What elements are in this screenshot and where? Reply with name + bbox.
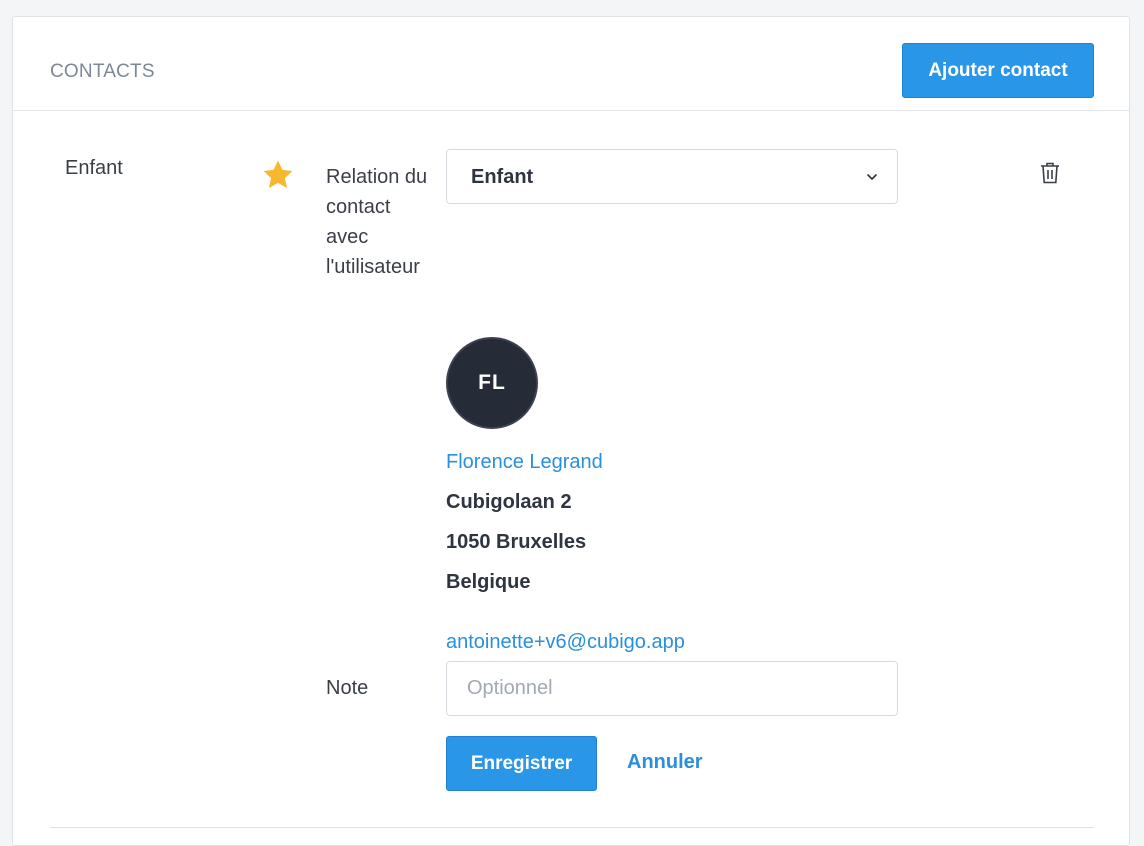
contact-name-link[interactable]: Florence Legrand	[446, 451, 603, 474]
relation-select[interactable]: Enfant	[446, 149, 898, 204]
save-button[interactable]: Enregistrer	[446, 736, 597, 791]
address-country: Belgique	[446, 571, 531, 593]
chevron-down-icon	[867, 174, 877, 180]
note-input[interactable]	[446, 661, 898, 716]
cancel-link[interactable]: Annuler	[627, 751, 703, 774]
trash-icon[interactable]	[1039, 161, 1061, 185]
star-icon[interactable]	[261, 158, 295, 192]
avatar-initials: FL	[478, 371, 506, 394]
contact-type-label: Enfant	[65, 157, 123, 179]
address-street: Cubigolaan 2	[446, 491, 572, 513]
divider	[50, 827, 1094, 828]
address-city: 1050 Bruxelles	[446, 531, 587, 553]
contacts-card: CONTACTS Ajouter contact Enfant Relation…	[12, 16, 1130, 846]
add-contact-button[interactable]: Ajouter contact	[902, 43, 1094, 98]
avatar: FL	[446, 337, 538, 429]
note-label: Note	[326, 677, 369, 699]
section-title: CONTACTS	[50, 61, 155, 82]
relation-select-value: Enfant	[471, 166, 534, 188]
card-header: CONTACTS Ajouter contact	[13, 17, 1129, 111]
relation-label: Relation du contact avec l'utilisateur	[326, 166, 428, 278]
contact-email-link[interactable]: antoinette+v6@cubigo.app	[446, 631, 685, 654]
